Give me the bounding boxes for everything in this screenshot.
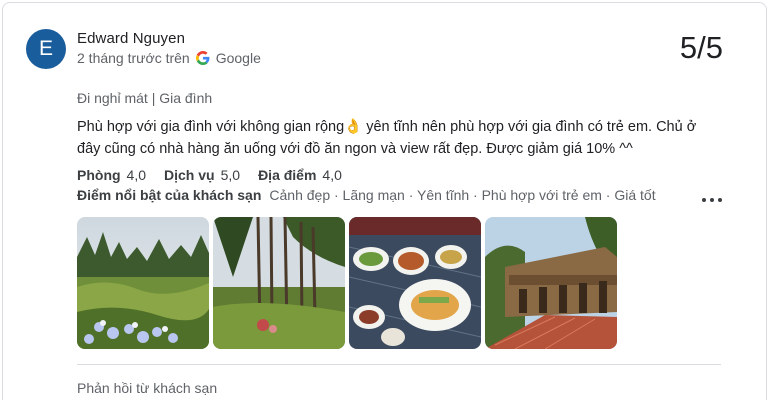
author-name[interactable]: Edward Nguyen (77, 30, 185, 47)
rating-value: 4,0 (322, 167, 342, 183)
food-table-photo[interactable] (349, 217, 481, 349)
wooden-house-photo[interactable] (485, 217, 617, 349)
review-score: 5/5 (679, 30, 723, 65)
rating-label: Phòng (77, 167, 121, 183)
google-logo-icon (195, 51, 210, 65)
rating-label: Địa điểm (258, 167, 317, 183)
pine-forest-photo[interactable] (213, 217, 345, 349)
review-meta: 2 tháng trước trên Google (77, 50, 261, 66)
hotel-highlights: Điểm nổi bật của khách sạn Cảnh đẹp · Lã… (77, 187, 656, 203)
owner-reply-label: Phản hồi từ khách sạn (77, 380, 218, 396)
photo-strip (77, 217, 617, 349)
trip-type: Đi nghỉ mát | Gia đình (77, 90, 213, 106)
highlights-values: Cảnh đẹp · Lãng mạn · Yên tĩnh · Phù hợp… (269, 187, 656, 203)
rating-room: Phòng 4,0 (77, 167, 146, 183)
rating-service: Dịch vụ 5,0 (164, 167, 240, 183)
rating-value: 4,0 (126, 167, 147, 183)
garden-hydrangea-photo[interactable] (77, 217, 209, 349)
sub-ratings: Phòng 4,0 Dịch vụ 5,0 Địa điểm 4,0 (77, 167, 360, 183)
rating-location: Địa điểm 4,0 (258, 167, 342, 183)
avatar[interactable]: E (26, 29, 66, 69)
rating-value: 5,0 (220, 167, 241, 183)
review-text: Phù hợp với gia đình với không gian rộng… (77, 119, 697, 157)
rating-label: Dịch vụ (164, 167, 215, 183)
highlights-label: Điểm nổi bật của khách sạn (77, 187, 262, 203)
review-time: 2 tháng trước trên (77, 50, 190, 66)
more-horizontal-icon[interactable] (702, 193, 722, 207)
review-source: Google (215, 50, 261, 66)
divider (77, 364, 721, 365)
